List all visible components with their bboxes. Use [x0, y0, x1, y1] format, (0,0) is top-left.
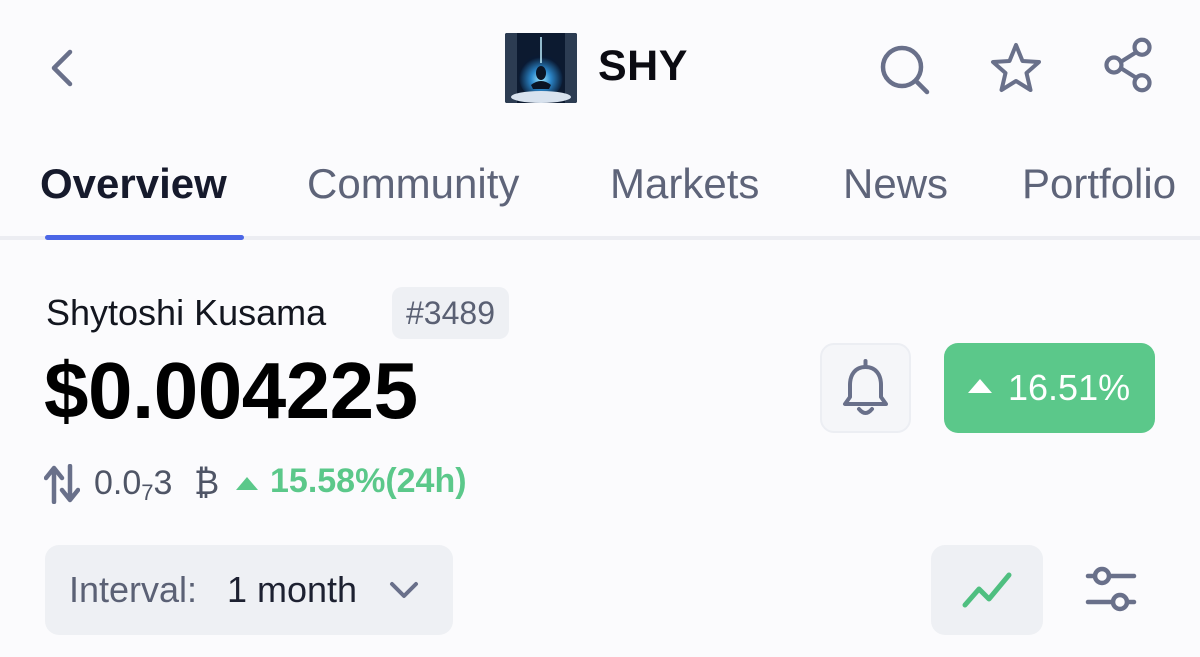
- price-alert-button[interactable]: [820, 343, 911, 433]
- interval-value: 1 month: [227, 569, 358, 610]
- coin-name: Shytoshi Kusama: [46, 292, 327, 333]
- btc-change-24h: 15.58%(24h): [270, 462, 467, 500]
- interval-selector[interactable]: Interval: 1 month: [45, 545, 453, 635]
- interval-label: Interval:: [69, 569, 198, 610]
- bell-icon: [843, 359, 888, 415]
- price-change-value: 16.51%: [1008, 367, 1131, 408]
- swap-icon: [44, 464, 80, 504]
- coin-logo: [505, 33, 577, 103]
- btc-symbol: ₿: [194, 464, 220, 502]
- chevron-down-icon: [390, 582, 418, 598]
- tab-bar: Overview Community Markets News Portfoli…: [0, 140, 1200, 240]
- line-chart-toggle[interactable]: [931, 545, 1043, 635]
- price-change-badge: 16.51%: [944, 343, 1155, 433]
- line-chart-icon: [962, 572, 1012, 608]
- coin-symbol: SHY: [598, 42, 688, 90]
- btc-price: 0.073: [94, 464, 173, 505]
- tab-news[interactable]: News: [843, 160, 948, 208]
- star-icon[interactable]: [987, 40, 1045, 98]
- back-icon[interactable]: [40, 44, 88, 92]
- tab-markets[interactable]: Markets: [610, 160, 759, 208]
- tab-community[interactable]: Community: [307, 160, 519, 208]
- search-icon[interactable]: [875, 40, 933, 98]
- up-arrow-icon: [236, 477, 258, 490]
- tab-portfolio[interactable]: Portfolio: [1022, 160, 1176, 208]
- settings-sliders-icon[interactable]: [1084, 562, 1138, 618]
- rank-badge: #3489: [392, 287, 509, 339]
- share-icon[interactable]: [1099, 36, 1157, 94]
- tab-overview[interactable]: Overview: [40, 160, 227, 208]
- coin-price: $0.004225: [44, 346, 418, 435]
- up-arrow-icon: [968, 379, 992, 393]
- active-tab-indicator: [45, 235, 244, 240]
